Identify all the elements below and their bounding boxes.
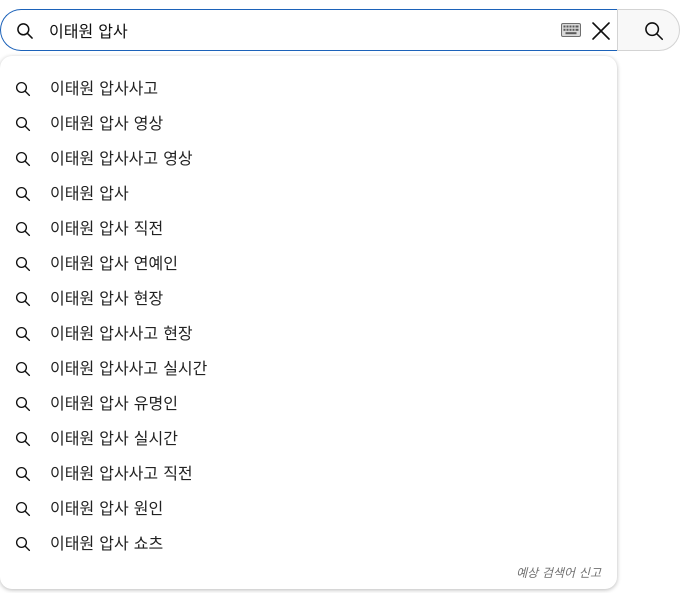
suggestion-item[interactable]: 이태원 압사사고 현장 bbox=[0, 317, 617, 352]
search-icon bbox=[645, 22, 664, 41]
search-icon bbox=[15, 151, 31, 167]
suggestion-list: 이태원 압사사고 이태원 압사 영상 이태원 압사사고 영상 이태원 압사 이태… bbox=[0, 72, 617, 562]
search-icon bbox=[15, 81, 31, 97]
suggestion-item[interactable]: 이태원 압사 원인 bbox=[0, 492, 617, 527]
search-icon bbox=[15, 361, 31, 377]
suggestion-text: 이태원 압사 현장 bbox=[50, 289, 164, 308]
suggestion-text: 이태원 압사 영상 bbox=[50, 114, 164, 133]
suggestion-item[interactable]: 이태원 압사사고 직전 bbox=[0, 457, 617, 492]
search-icon bbox=[15, 501, 31, 517]
suggestion-item[interactable]: 이태원 압사 실시간 bbox=[0, 422, 617, 457]
suggestion-text: 이태원 압사사고 실시간 bbox=[50, 359, 208, 378]
suggestion-text: 이태원 압사 원인 bbox=[50, 499, 164, 518]
suggestion-text: 이태원 압사 직전 bbox=[50, 219, 164, 238]
search-icon bbox=[15, 431, 31, 447]
search-bar[interactable] bbox=[0, 9, 617, 51]
suggestion-item[interactable]: 이태원 압사 bbox=[0, 177, 617, 212]
suggestion-dropdown: 이태원 압사사고 이태원 압사 영상 이태원 압사사고 영상 이태원 압사 이태… bbox=[0, 56, 617, 589]
suggestion-text: 이태원 압사 연예인 bbox=[50, 254, 178, 273]
search-page: 이태원 압사사고 이태원 압사 영상 이태원 압사사고 영상 bbox=[0, 0, 680, 593]
suggestion-text: 이태원 압사 쇼츠 bbox=[50, 534, 164, 553]
search-submit-button[interactable] bbox=[617, 9, 680, 51]
suggestion-text: 이태원 압사 유명인 bbox=[50, 394, 178, 413]
search-input[interactable] bbox=[49, 18, 549, 42]
suggestion-item[interactable]: 이태원 압사사고 bbox=[0, 72, 617, 107]
search-icon bbox=[15, 466, 31, 482]
suggestion-item[interactable]: 이태원 압사사고 실시간 bbox=[0, 352, 617, 387]
search-icon bbox=[15, 536, 31, 552]
search-icon bbox=[15, 256, 31, 272]
suggestion-item[interactable]: 이태원 압사 유명인 bbox=[0, 387, 617, 422]
suggestion-text: 이태원 압사사고 bbox=[50, 79, 159, 98]
suggestion-text: 이태원 압사사고 영상 bbox=[50, 149, 193, 168]
suggestion-text: 이태원 압사사고 현장 bbox=[50, 324, 193, 343]
keyboard-icon[interactable] bbox=[561, 23, 581, 37]
search-icon bbox=[15, 291, 31, 307]
search-icon bbox=[15, 396, 31, 412]
suggestion-item[interactable]: 이태원 압사 연예인 bbox=[0, 247, 617, 282]
search-icon bbox=[15, 221, 31, 237]
suggestion-item[interactable]: 이태원 압사 영상 bbox=[0, 107, 617, 142]
suggestion-item[interactable]: 이태원 압사사고 영상 bbox=[0, 142, 617, 177]
search-icon bbox=[15, 326, 31, 342]
suggestion-text: 이태원 압사사고 직전 bbox=[50, 464, 193, 483]
search-icon bbox=[15, 116, 31, 132]
suggestion-item[interactable]: 이태원 압사 쇼츠 bbox=[0, 527, 617, 562]
suggestion-text: 이태원 압사 bbox=[50, 184, 129, 203]
suggestion-item[interactable]: 이태원 압사 현장 bbox=[0, 282, 617, 317]
report-suggestions-link[interactable]: 예상 검색어 신고 bbox=[516, 564, 601, 581]
close-icon[interactable] bbox=[590, 20, 612, 42]
search-icon bbox=[17, 23, 33, 39]
suggestion-text: 이태원 압사 실시간 bbox=[50, 429, 178, 448]
search-icon bbox=[15, 186, 31, 202]
suggestion-item[interactable]: 이태원 압사 직전 bbox=[0, 212, 617, 247]
